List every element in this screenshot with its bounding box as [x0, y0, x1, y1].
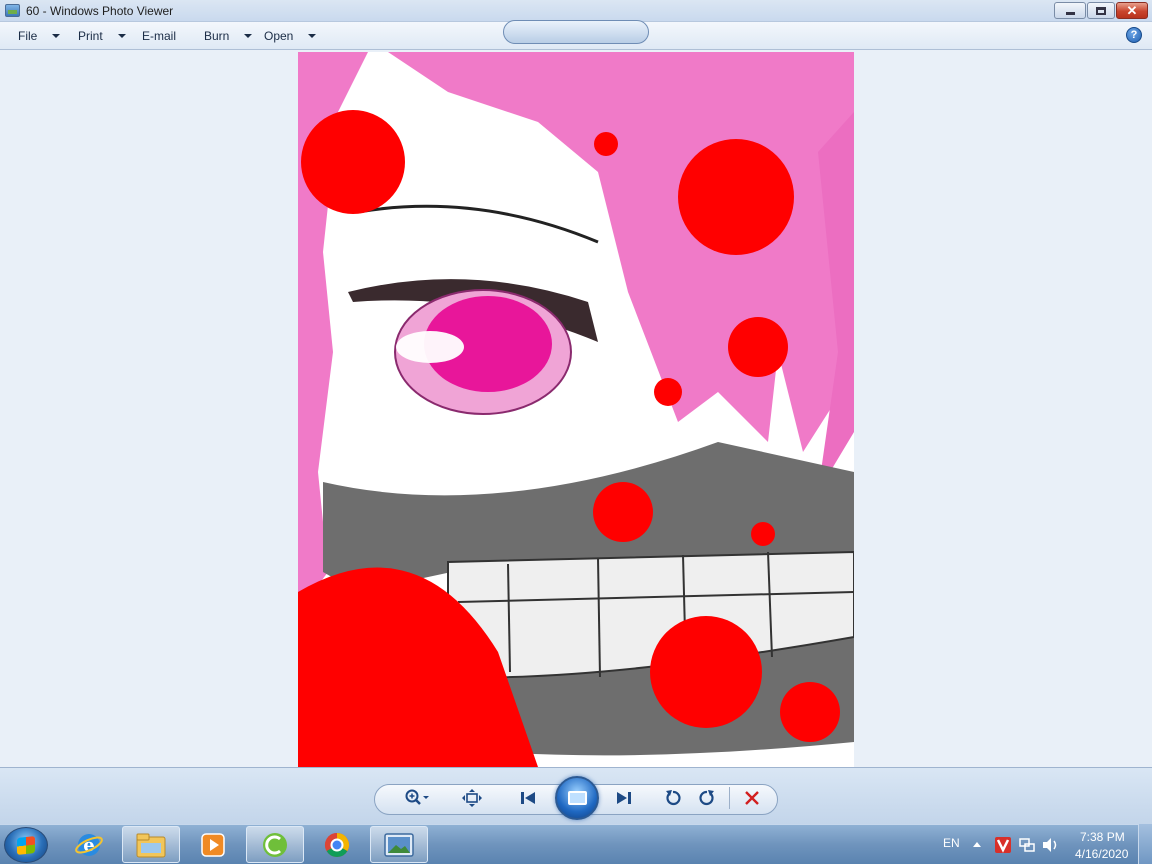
menu-file-label: File	[18, 29, 38, 43]
help-icon[interactable]: ?	[1126, 27, 1142, 43]
play-slideshow-icon	[568, 791, 587, 805]
delete-icon	[745, 791, 759, 805]
start-button[interactable]	[4, 827, 48, 863]
antivirus-tray-icon[interactable]	[994, 836, 1012, 854]
taskbar-chrome[interactable]	[308, 826, 366, 863]
close-button[interactable]: ✕	[1116, 2, 1148, 19]
title-bar: 60 - Windows Photo Viewer ✕	[0, 0, 1152, 22]
taskbar-internet-explorer[interactable]: e	[60, 826, 118, 863]
taskbar-photo-viewer[interactable]	[370, 826, 428, 863]
chevron-down-icon	[244, 34, 253, 38]
menu-open[interactable]: Open	[264, 29, 317, 43]
menu-open-label: Open	[264, 29, 294, 43]
rotate-counterclockwise-button[interactable]	[662, 788, 684, 808]
actual-size-icon	[462, 789, 482, 807]
zoom-icon	[405, 789, 429, 805]
window-title: 60 - Windows Photo Viewer	[26, 4, 174, 18]
photo-viewer-app-icon[interactable]	[5, 4, 20, 17]
language-indicator[interactable]: EN	[943, 836, 960, 850]
close-icon: ✕	[1126, 3, 1138, 18]
delete-button[interactable]	[741, 788, 763, 808]
photo-viewer-canvas	[0, 51, 1152, 767]
menu-burn[interactable]: Burn	[204, 29, 253, 43]
windows-explorer-icon	[136, 833, 166, 857]
navigation-group	[503, 20, 649, 44]
next-icon	[617, 792, 631, 804]
menu-burn-label: Burn	[204, 29, 230, 43]
menu-email-label: E-mail	[142, 29, 177, 43]
chevron-down-icon	[308, 34, 317, 38]
chrome-icon	[324, 832, 350, 857]
anime-artwork	[298, 52, 854, 767]
minimize-icon	[1065, 11, 1075, 15]
taskbar-media-player[interactable]	[184, 826, 242, 863]
menu-print[interactable]: Print	[78, 29, 126, 43]
menu-file[interactable]: File	[18, 29, 61, 43]
displayed-photo	[298, 52, 854, 767]
play-slideshow-button[interactable]	[555, 776, 599, 820]
next-button[interactable]	[610, 788, 638, 808]
media-player-icon	[201, 832, 225, 857]
previous-icon	[521, 792, 535, 804]
network-icon[interactable]	[1018, 837, 1036, 853]
control-separator	[729, 787, 730, 809]
restore-button[interactable]	[1087, 2, 1115, 19]
actual-size-button[interactable]	[460, 788, 484, 808]
clock-time[interactable]: 7:38 PM	[1080, 830, 1125, 844]
previous-button[interactable]	[514, 788, 542, 808]
clock-date[interactable]: 4/16/2020	[1075, 847, 1128, 861]
zoom-button[interactable]	[400, 788, 434, 808]
internet-explorer-icon: e	[75, 833, 103, 856]
show-hidden-icons-icon[interactable]	[972, 840, 982, 848]
show-desktop-button[interactable]	[1138, 824, 1152, 864]
restore-icon	[1096, 6, 1106, 15]
rotate-clockwise-icon	[699, 790, 714, 806]
rotate-counterclockwise-icon	[666, 790, 681, 806]
photo-viewer-icon	[384, 832, 414, 857]
taskbar-windows-explorer[interactable]	[122, 826, 180, 863]
menu-email[interactable]: E-mail	[142, 29, 176, 43]
volume-icon[interactable]	[1042, 837, 1060, 853]
chevron-down-icon	[117, 34, 126, 38]
minimize-button[interactable]	[1054, 2, 1086, 19]
cccleaner-icon	[263, 832, 287, 857]
taskbar-ccleaner[interactable]	[246, 826, 304, 863]
taskbar: e EN 7:38 PM 4/16/2020	[0, 824, 1152, 864]
menu-print-label: Print	[78, 29, 103, 43]
rotate-clockwise-button[interactable]	[696, 788, 718, 808]
chevron-down-icon	[52, 34, 61, 38]
